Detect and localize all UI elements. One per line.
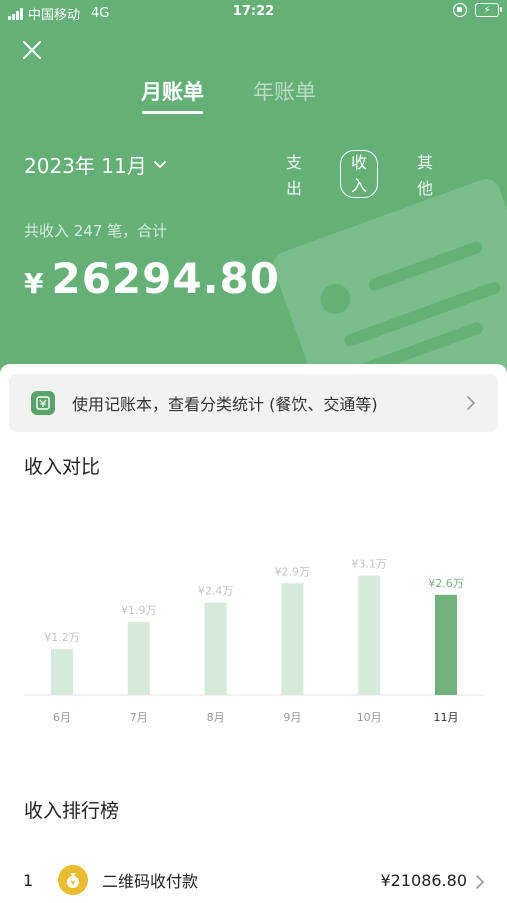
chart-bar-7月[interactable] [127, 621, 150, 695]
month-picker[interactable]: 2023年 11月 [24, 150, 167, 179]
chevron-right-icon [476, 875, 485, 889]
currency-symbol: ¥ [24, 267, 44, 300]
chart-data-label: ¥2.9万 [275, 565, 311, 578]
chart-bar-6月[interactable] [51, 648, 73, 695]
ledger-banner[interactable]: 使用记账本，查看分类统计 (餐饮、交通等) [9, 374, 498, 432]
orientation-lock-icon [453, 3, 467, 17]
chart-tick-label: 9月 [283, 711, 301, 724]
active-tab-indicator [142, 111, 203, 114]
chevron-down-icon [153, 160, 166, 168]
ranking-item-amount: ¥21086.80 [380, 870, 467, 890]
income-total: ¥ 26294.80 [24, 254, 280, 303]
ranking-row[interactable]: 1 二维码收付款 ¥21086.80 [0, 860, 507, 900]
chart-tick-label: 6月 [53, 711, 71, 724]
chart-bar-9月[interactable] [281, 583, 304, 695]
tab-monthly-bill[interactable]: 月账单 [141, 76, 204, 106]
close-icon[interactable] [22, 40, 42, 60]
banner-text: 使用记账本，查看分类统计 (餐饮、交通等) [72, 395, 378, 414]
income-comparison-chart: ¥1.2万 6月 ¥1.9万 7月 ¥2.4万 8月 ¥2.9万 9月 ¥3.1万 10月 ¥2.6… [24, 558, 484, 724]
chart-bar-10月[interactable] [358, 575, 381, 695]
chart-tick-label: 7月 [130, 711, 148, 724]
content-card: 使用记账本，查看分类统计 (餐饮、交通等) 收入对比 ¥1.2万 6月 ¥1.9万 7… [0, 364, 507, 903]
income-comparison-title: 收入对比 [24, 456, 101, 478]
chart-data-label: ¥2.6万 [428, 577, 464, 590]
chart-data-label: ¥2.4万 [198, 585, 234, 598]
battery-icon: ⚡ [475, 3, 502, 17]
chart-data-label: ¥1.2万 [44, 631, 80, 644]
chart-data-label: ¥3.1万 [351, 558, 387, 571]
filter-income[interactable]: 收入 [339, 150, 378, 198]
income-summary-label: 共收入 247 笔，合计 [24, 222, 168, 240]
chart-data-label: ¥1.9万 [121, 604, 157, 617]
chart-bar-11月[interactable] [435, 594, 457, 695]
bill-tabs: 月账单 年账单 [0, 76, 507, 116]
filter-expense[interactable]: 支出 [286, 150, 302, 202]
chart-bar-8月[interactable] [204, 602, 227, 695]
status-time: 17:22 [232, 4, 275, 19]
total-amount: 26294.80 [51, 254, 281, 303]
rank-number: 1 [23, 870, 34, 890]
ranking-item-name: 二维码收付款 [102, 872, 199, 891]
coin-bag-icon [58, 865, 88, 895]
status-bar: 中国移动 4G 17:22 ⚡ [0, 0, 507, 24]
chart-tick-label: 10月 [357, 711, 382, 724]
chevron-right-icon [467, 396, 476, 410]
bill-header: 中国移动 4G 17:22 ⚡ 月账单 年账单 2023年 11月 支出 收入 … [0, 0, 507, 400]
chart-tick-label: 8月 [207, 711, 225, 724]
ledger-icon [31, 391, 55, 415]
filter-other[interactable]: 其他 [417, 150, 433, 202]
month-label: 2023年 11月 [24, 154, 147, 178]
tab-yearly-bill[interactable]: 年账单 [253, 76, 316, 106]
income-ranking-title: 收入排行榜 [24, 800, 120, 822]
chart-tick-label: 11月 [434, 711, 459, 724]
